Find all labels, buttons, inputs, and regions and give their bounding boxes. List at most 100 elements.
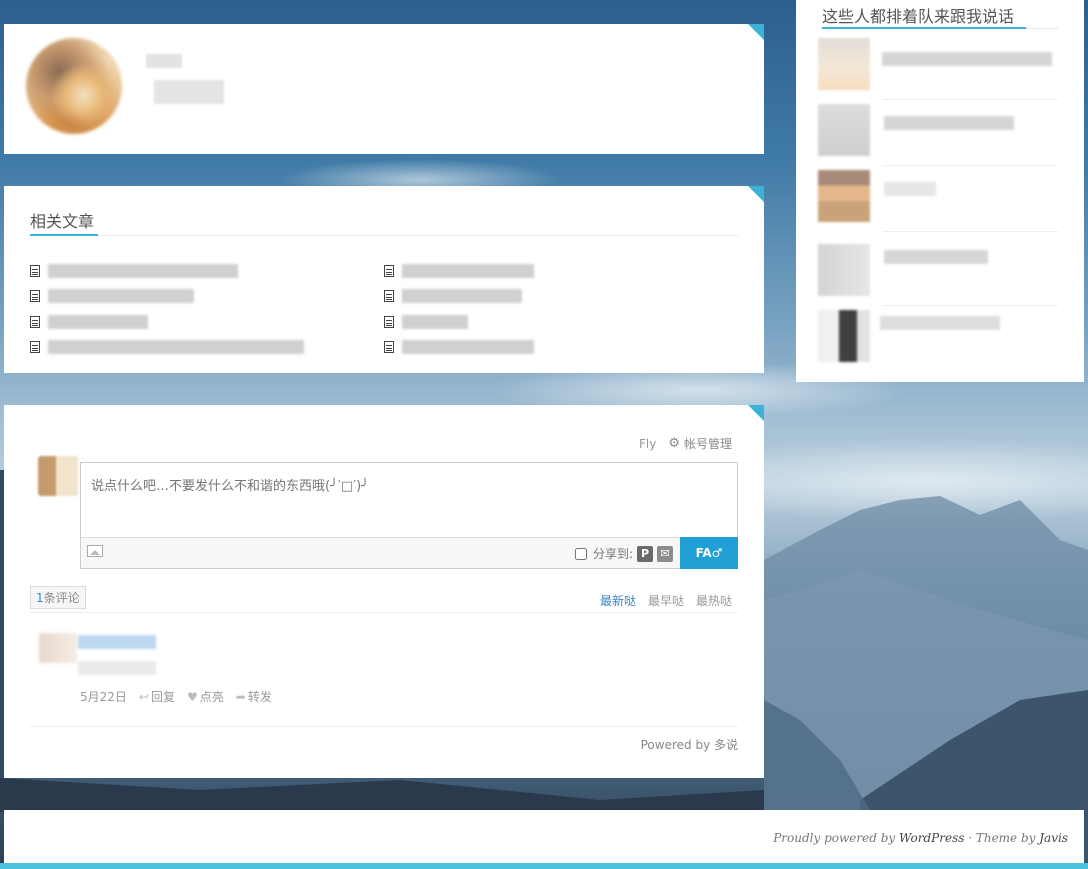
related-post-link-redacted[interactable] xyxy=(48,289,194,304)
visitor-avatar[interactable] xyxy=(818,38,870,90)
related-post-item[interactable] xyxy=(384,258,534,284)
visitor-item[interactable] xyxy=(818,170,1058,232)
related-posts-left-column xyxy=(30,258,304,360)
visitor-divider xyxy=(882,99,1058,100)
author-description-redacted xyxy=(154,80,224,104)
visitor-avatar[interactable] xyxy=(818,170,870,222)
visitor-avatar[interactable] xyxy=(818,104,870,156)
repost-icon: ➦ xyxy=(235,689,246,704)
footer-proudly-text: Proudly powered by xyxy=(773,831,899,845)
author-card xyxy=(4,24,764,154)
visitor-divider xyxy=(882,231,1058,232)
corner-accent xyxy=(748,405,764,421)
image-icon[interactable] xyxy=(87,545,103,557)
related-posts-card: 相关文章 xyxy=(4,186,764,373)
visitor-item[interactable] xyxy=(818,104,1058,166)
author-avatar[interactable] xyxy=(26,38,122,134)
document-icon xyxy=(384,290,394,303)
share-checkbox[interactable] xyxy=(574,547,587,560)
visitor-avatar[interactable] xyxy=(818,244,870,296)
like-label: 点亮 xyxy=(199,690,224,704)
share-label: 分享到: xyxy=(592,547,633,561)
visitor-item[interactable] xyxy=(818,38,1058,100)
footer-credits: Proudly powered by WordPress · Theme by … xyxy=(773,831,1068,845)
comment-box: 分享到: P ✉ FA♂ xyxy=(80,462,738,569)
corner-accent xyxy=(748,24,764,40)
related-post-item[interactable] xyxy=(30,335,304,361)
footer-theme-text: · Theme by xyxy=(964,831,1040,845)
repost-button[interactable]: ➦ 转发 xyxy=(236,688,272,705)
footer-accent-bar xyxy=(0,863,1088,869)
sort-tabs: 最新哒 最早哒 最热哒 xyxy=(600,592,732,609)
my-avatar[interactable] xyxy=(38,456,78,496)
javis-theme-link[interactable]: Javis xyxy=(1039,831,1068,845)
powered-divider xyxy=(30,726,738,727)
comment-count-label: 条评论 xyxy=(43,591,80,605)
comment-toolbar: 分享到: P ✉ FA♂ xyxy=(81,537,738,569)
document-icon xyxy=(384,341,394,354)
visitor-name-redacted xyxy=(880,316,1000,330)
post-comment-button[interactable]: FA♂ xyxy=(680,537,738,569)
sort-oldest-tab[interactable]: 最早哒 xyxy=(648,592,684,609)
comment-count-badge: 1条评论 xyxy=(30,586,86,609)
comment-date: 5月22日 xyxy=(80,690,127,704)
corner-accent xyxy=(748,186,764,202)
powered-by-link[interactable]: Powered by 多说 xyxy=(641,736,738,753)
title-accent xyxy=(30,234,98,236)
visitor-divider xyxy=(882,165,1058,166)
like-button[interactable]: ♥ 点亮 xyxy=(187,688,224,705)
visitor-name-redacted xyxy=(884,250,988,264)
sidebar-recent-visitors: 这些人都排着队来跟我说话 xyxy=(796,0,1084,382)
comments-card: Fly ⚙ 帐号管理 分享到: P ✉ FA♂ 1条评论 最新哒 最早哒 最热哒… xyxy=(4,405,764,778)
sidebar-title: 这些人都排着队来跟我说话 xyxy=(822,7,1015,26)
repost-label: 转发 xyxy=(247,690,272,704)
visitor-item[interactable] xyxy=(818,310,1058,366)
document-icon xyxy=(30,341,40,354)
document-icon xyxy=(384,264,394,277)
commenter-avatar[interactable] xyxy=(39,633,77,663)
document-icon xyxy=(30,315,40,328)
related-post-link-redacted[interactable] xyxy=(48,314,148,329)
visitor-item[interactable] xyxy=(818,244,1058,306)
related-post-item[interactable] xyxy=(30,258,304,284)
related-post-item[interactable] xyxy=(30,309,304,335)
visitor-divider xyxy=(882,305,1058,306)
related-posts-right-column xyxy=(384,258,534,360)
related-post-link-redacted[interactable] xyxy=(402,314,468,329)
share-area: 分享到: P ✉ xyxy=(574,545,673,562)
reply-button[interactable]: ↩ 回复 xyxy=(139,688,175,705)
related-post-link-redacted[interactable] xyxy=(48,340,304,355)
related-post-item[interactable] xyxy=(384,284,534,310)
related-post-link-redacted[interactable] xyxy=(402,340,534,355)
heart-icon: ♥ xyxy=(186,689,198,704)
commenter-name-redacted[interactable] xyxy=(78,635,156,649)
related-post-link-redacted[interactable] xyxy=(48,263,238,278)
reply-label: 回复 xyxy=(150,690,175,704)
visitor-name-redacted xyxy=(882,52,1052,66)
related-post-item[interactable] xyxy=(384,309,534,335)
related-posts-title: 相关文章 xyxy=(30,212,95,231)
username-link[interactable]: Fly xyxy=(639,437,656,451)
comment-text-redacted xyxy=(78,661,156,675)
visitor-name-redacted xyxy=(884,182,936,196)
reply-icon: ↩ xyxy=(138,689,149,704)
qzone-share-icon[interactable]: ✉ xyxy=(657,545,673,562)
sort-hottest-tab[interactable]: 最热哒 xyxy=(696,592,732,609)
document-icon xyxy=(384,315,394,328)
author-name-redacted xyxy=(146,54,182,68)
related-post-item[interactable] xyxy=(384,335,534,361)
sort-newest-tab[interactable]: 最新哒 xyxy=(600,592,636,609)
visitor-avatar[interactable] xyxy=(818,310,870,362)
comment-input[interactable] xyxy=(81,463,737,537)
related-post-link-redacted[interactable] xyxy=(402,263,534,278)
wordpress-link[interactable]: WordPress xyxy=(899,831,964,845)
weibo-share-icon[interactable]: P xyxy=(637,545,653,562)
visitor-name-redacted xyxy=(884,116,1014,130)
account-bar: Fly ⚙ 帐号管理 xyxy=(639,435,732,452)
site-footer: Proudly powered by WordPress · Theme by … xyxy=(4,810,1084,865)
document-icon xyxy=(30,264,40,277)
related-post-item[interactable] xyxy=(30,284,304,310)
account-manage-link[interactable]: ⚙ 帐号管理 xyxy=(668,435,732,452)
related-post-link-redacted[interactable] xyxy=(402,289,522,304)
comment-count-number: 1 xyxy=(36,591,44,605)
